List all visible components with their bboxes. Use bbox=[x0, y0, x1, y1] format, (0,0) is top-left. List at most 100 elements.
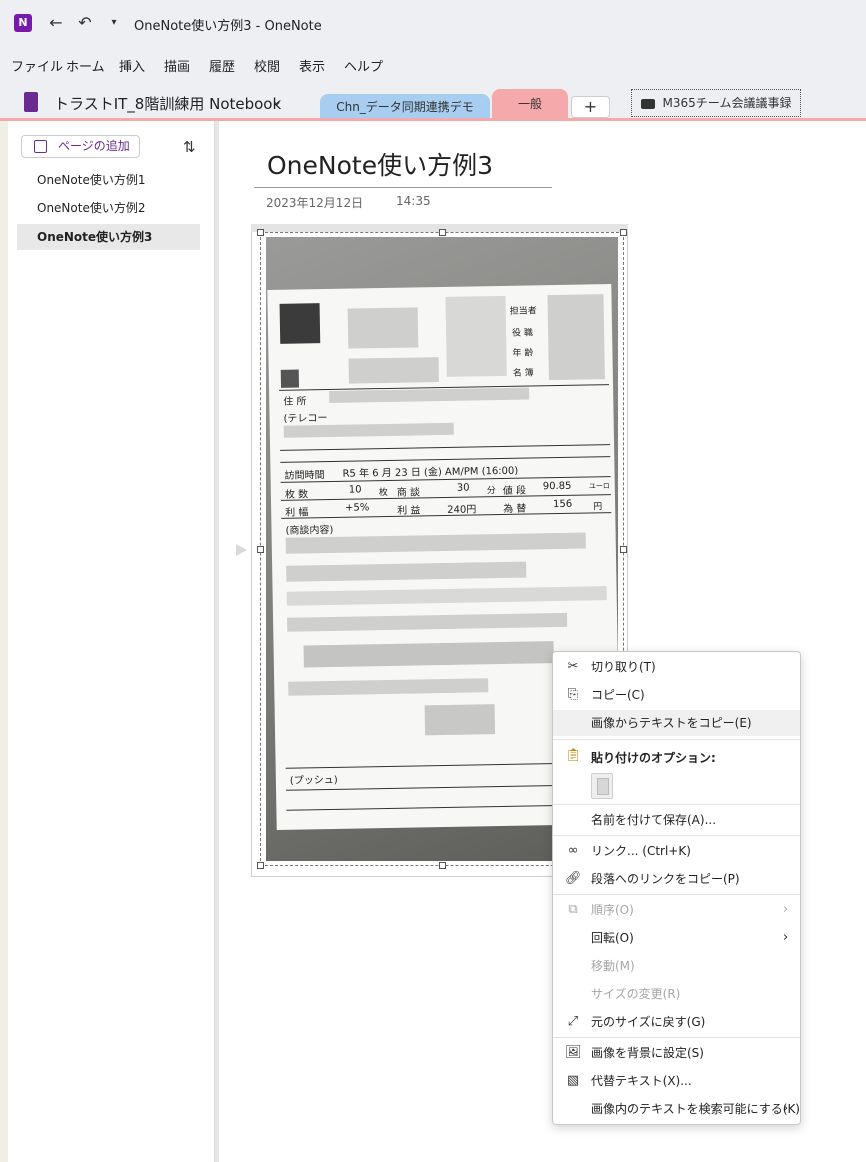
page-item[interactable]: OneNote使い方例1 bbox=[17, 167, 200, 193]
menu-item-restore-size[interactable]: ⤢ 元のサイズに戻す(G) bbox=[553, 1009, 800, 1035]
form-value: 156 bbox=[553, 498, 573, 511]
form-label: (プッシュ) bbox=[289, 774, 338, 787]
page-time: 14:35 bbox=[396, 194, 431, 208]
form-label: (テレコー bbox=[283, 413, 328, 425]
resize-handle[interactable] bbox=[620, 546, 627, 553]
section-tab-general[interactable]: 一般 bbox=[492, 89, 568, 120]
section-tab-chn[interactable]: Chn_データ同期連携デモ bbox=[320, 94, 490, 120]
menu-item-rotate[interactable]: 回転(O) › bbox=[553, 925, 800, 951]
form-value: 30 bbox=[456, 482, 470, 494]
menu-item-label: 名前を付けて保存(A)... bbox=[591, 813, 717, 827]
menu-home[interactable]: ホーム bbox=[66, 56, 105, 75]
menu-item-save-as[interactable]: 名前を付けて保存(A)... bbox=[553, 807, 800, 833]
sort-icon[interactable]: ⇅ bbox=[183, 138, 196, 156]
chevron-right-icon: › bbox=[783, 1101, 789, 1116]
menu-file[interactable]: ファイル bbox=[11, 56, 63, 75]
resize-handle[interactable] bbox=[257, 229, 264, 236]
quick-access-dropdown-icon[interactable]: ▾ bbox=[103, 12, 125, 34]
page-item[interactable]: OneNote使い方例2 bbox=[17, 195, 200, 221]
menu-history[interactable]: 履歴 bbox=[209, 56, 235, 75]
resize-handle[interactable] bbox=[439, 862, 446, 869]
qr-code-icon bbox=[280, 369, 300, 388]
menu-insert[interactable]: 挿入 bbox=[119, 56, 145, 75]
link-icon: ∞ bbox=[567, 843, 579, 858]
menu-item-label: 代替テキスト(X)... bbox=[591, 1074, 692, 1088]
form-label: 訪問時間 bbox=[284, 470, 325, 482]
add-page-button[interactable]: ページの追加 bbox=[21, 135, 140, 158]
form-value: 90.85 bbox=[542, 480, 572, 493]
menu-review[interactable]: 校閲 bbox=[254, 56, 280, 75]
context-menu: ✂ 切り取り(T) ⎘ コピー(C) 画像からテキストをコピー(E) 📋︎ 貼り… bbox=[552, 651, 801, 1125]
resize-handle[interactable] bbox=[257, 546, 264, 553]
blurred-block bbox=[283, 422, 454, 438]
menu-item-label: 画像からテキストをコピー(E) bbox=[591, 716, 752, 730]
menu-item-alt-text[interactable]: ▧ 代替テキスト(X)... bbox=[553, 1068, 800, 1094]
menu-item-label: リンク... (Ctrl+K) bbox=[591, 844, 691, 858]
page-item-selected[interactable]: OneNote使い方例3 bbox=[17, 224, 200, 250]
paragraph-anchor-icon[interactable] bbox=[236, 544, 247, 556]
resize-handle[interactable] bbox=[620, 229, 627, 236]
blurred-block bbox=[288, 678, 489, 696]
menu-separator bbox=[553, 739, 800, 740]
menu-item-copy[interactable]: ⎘ コピー(C) bbox=[553, 682, 800, 708]
blurred-block bbox=[286, 561, 527, 582]
section-group-m365[interactable]: M365チーム会議議事録 bbox=[631, 89, 801, 117]
notebook-name[interactable]: トラストIT_8階訓練用 Notebook bbox=[54, 93, 281, 114]
menu-separator bbox=[553, 804, 800, 805]
back-icon[interactable]: ← bbox=[45, 12, 67, 34]
edit-icon bbox=[34, 140, 47, 153]
menu-item-set-as-background[interactable]: 🖼︎ 画像を背景に設定(S) bbox=[553, 1040, 800, 1066]
paste-option-button[interactable] bbox=[591, 773, 613, 799]
menu-item-link[interactable]: ∞ リンク... (Ctrl+K) bbox=[553, 838, 800, 864]
menu-view[interactable]: 表示 bbox=[299, 56, 325, 75]
blurred-block bbox=[286, 586, 607, 606]
resize-handle[interactable] bbox=[439, 229, 446, 236]
form-line bbox=[280, 444, 611, 451]
pane-edge bbox=[0, 121, 8, 1162]
menu-item-cut[interactable]: ✂ 切り取り(T) bbox=[553, 654, 800, 680]
chevron-down-icon[interactable]: ⌄ bbox=[272, 94, 282, 108]
add-section-button[interactable]: + bbox=[571, 96, 610, 118]
menu-draw[interactable]: 描画 bbox=[164, 56, 190, 75]
clipboard-icon: 📋︎ bbox=[565, 748, 582, 763]
undo-icon[interactable]: ↶ bbox=[74, 12, 96, 34]
title-underline bbox=[254, 187, 552, 188]
menu-item-label: サイズの変更(R) bbox=[591, 987, 681, 1001]
blurred-block bbox=[547, 294, 605, 381]
menu-item-copy-text-from-image[interactable]: 画像からテキストをコピー(E) bbox=[553, 710, 800, 736]
title-bar: N ← ↶ ▾ OneNote使い方例3 - OneNote bbox=[0, 0, 866, 48]
logo-block bbox=[279, 303, 321, 344]
scissors-icon: ✂ bbox=[567, 659, 579, 674]
menu-item-copy-paragraph-link[interactable]: 🔗︎ 段落へのリンクをコピー(P) bbox=[553, 866, 800, 892]
menu-item-make-searchable[interactable]: 画像内のテキストを検索可能にする(K) › bbox=[553, 1096, 800, 1122]
blurred-block bbox=[445, 295, 507, 377]
form-value: +5% bbox=[345, 502, 370, 514]
form-label: 役 職 bbox=[512, 328, 534, 339]
resize-handle[interactable] bbox=[257, 862, 264, 869]
form-unit: 円 bbox=[593, 502, 603, 513]
menu-item-label: 移動(M) bbox=[591, 959, 635, 973]
menu-separator bbox=[553, 835, 800, 836]
menu-item-label: 画像内のテキストを検索可能にする(K) bbox=[591, 1102, 800, 1116]
form-label: (商談内容) bbox=[285, 524, 334, 537]
menu-help[interactable]: ヘルプ bbox=[344, 56, 383, 75]
menu-item-label: 回転(O) bbox=[591, 931, 634, 945]
add-page-label: ページの追加 bbox=[58, 139, 130, 153]
page-title[interactable]: OneNote使い方例3 bbox=[267, 146, 493, 182]
menu-item-label: 画像を背景に設定(S) bbox=[591, 1046, 704, 1060]
alt-text-icon: ▧ bbox=[566, 1073, 580, 1088]
paste-options-heading: 貼り付けのオプション: bbox=[591, 751, 716, 765]
section-group-label: M365チーム会議議事録 bbox=[662, 96, 792, 110]
window-title: OneNote使い方例3 - OneNote bbox=[134, 19, 322, 34]
chevron-right-icon: › bbox=[783, 930, 789, 945]
menu-separator bbox=[553, 894, 800, 895]
ribbon-menu-bar: ファイル ホーム 挿入 描画 履歴 校閲 表示 ヘルプ bbox=[0, 48, 866, 80]
menu-item-move: 移動(M) bbox=[553, 953, 800, 979]
form-label: 名 簿 bbox=[512, 368, 534, 379]
menu-item-order: ⧉ 順序(O) › bbox=[553, 897, 800, 923]
blurred-block bbox=[348, 357, 439, 384]
menu-separator bbox=[553, 1037, 800, 1038]
form-label: 住 所 bbox=[283, 396, 307, 408]
blurred-block bbox=[347, 307, 419, 349]
restore-size-icon: ⤢ bbox=[567, 1014, 579, 1029]
